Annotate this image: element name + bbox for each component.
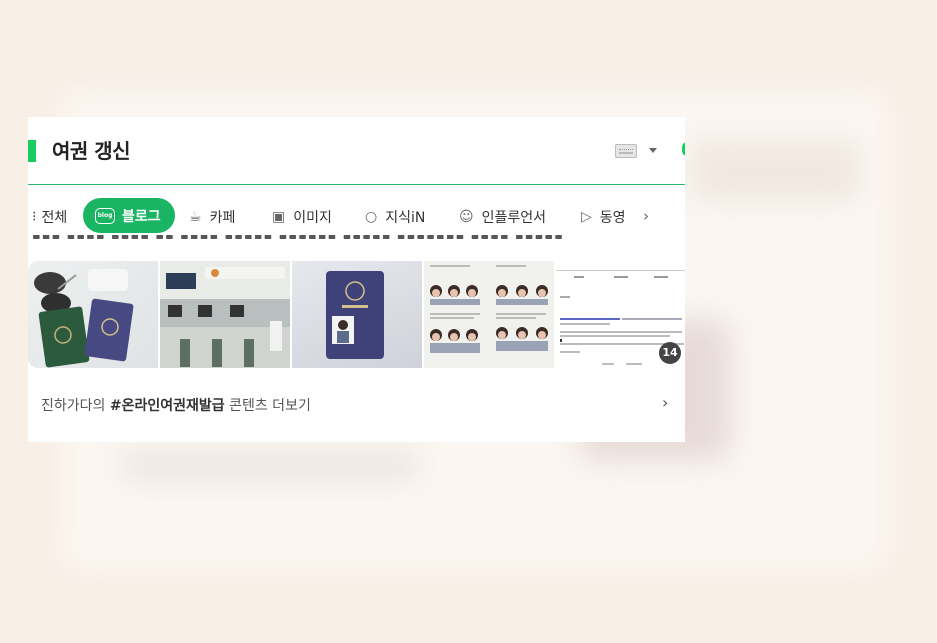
influencer-icon: ☺ — [459, 208, 474, 225]
tab-label: 이미지 — [293, 209, 332, 226]
video-icon: ▷ — [581, 208, 592, 225]
tab-label: 동영 — [599, 209, 626, 226]
chevron-right-icon[interactable]: › — [643, 207, 649, 225]
cafe-icon: ☕ — [189, 208, 202, 225]
author-name: 진하가다의 — [41, 398, 106, 414]
thumbnail-passport-photo[interactable] — [292, 261, 422, 368]
tab-label: 카페 — [209, 209, 236, 226]
chevron-down-icon[interactable] — [649, 148, 657, 153]
tab-image[interactable]: ▣ 이미지 — [272, 199, 332, 234]
page-title: 여권 갱신 — [52, 139, 131, 163]
thumbnail-strip: 14 — [28, 261, 685, 368]
tab-all[interactable]: ⁝ 전체 — [32, 199, 67, 234]
green-indicator — [682, 142, 685, 156]
thumbnail-document[interactable]: 14 — [556, 261, 685, 368]
hashtag: #온라인여권재발급 — [109, 398, 225, 414]
tab-label: 지식iN — [385, 209, 426, 226]
blog-icon: blog — [95, 207, 115, 224]
more-content-text: 진하가다의 #온라인여권재발급 콘텐츠 더보기 — [41, 395, 311, 415]
tab-label: 블로그 — [122, 208, 161, 225]
tab-label: 인플루언서 — [481, 209, 547, 226]
more-suffix: 콘텐츠 더보기 — [229, 398, 311, 414]
thumbnail-photo-guide[interactable] — [424, 261, 554, 368]
chevron-right-icon[interactable]: › — [662, 393, 668, 412]
search-results-panel: 여권 갱신 ⁝ 전체 blog 블로그 ☕ 카페 ▣ 이미지 ○ 지식iN ☺ … — [28, 117, 685, 442]
tab-label: 전체 — [41, 209, 68, 226]
tab-blog[interactable]: blog 블로그 — [83, 198, 175, 233]
tab-bar: ⁝ 전체 blog 블로그 ☕ 카페 ▣ 이미지 ○ 지식iN ☺ 인플루언서 … — [28, 184, 685, 242]
list-icon: ⁝ — [32, 208, 37, 225]
tab-kin[interactable]: ○ 지식iN — [365, 199, 425, 234]
clipped-snippet-text: ▪▪▪ ▪▪▪▪ ▪▪▪▪ ▪▪ ▪▪▪▪ ▪▪▪▪▪ ▪▪▪▪▪▪ ▪▪▪▪▪… — [32, 235, 565, 243]
kin-icon: ○ — [365, 208, 378, 225]
image-icon: ▣ — [272, 208, 286, 225]
tab-influencer[interactable]: ☺ 인플루언서 — [459, 199, 546, 234]
thumbnail-passports[interactable] — [28, 261, 158, 368]
more-content-link[interactable]: 진하가다의 #온라인여권재발급 콘텐츠 더보기 › — [28, 383, 685, 427]
keyboard-icon[interactable] — [615, 144, 637, 158]
thumbnail-office[interactable] — [160, 261, 290, 368]
panel-header: 여권 갱신 — [28, 117, 685, 185]
tab-video[interactable]: ▷ 동영 — [581, 199, 626, 234]
accent-bar — [28, 140, 36, 162]
tab-cafe[interactable]: ☕ 카페 — [189, 199, 235, 234]
more-images-badge: 14 — [659, 342, 681, 364]
